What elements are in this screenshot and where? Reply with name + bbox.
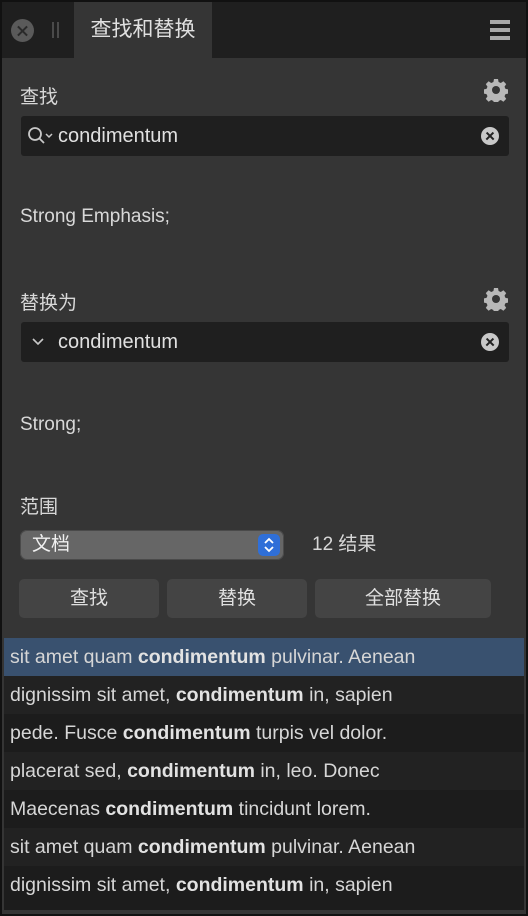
result-context-after: in, leo. Donec: [254, 760, 380, 782]
scope-label: 范围: [20, 497, 59, 518]
replace-options-gear-icon[interactable]: [484, 287, 508, 311]
result-row[interactable]: Maecenas condimentum tincidunt lorem.: [4, 790, 524, 828]
result-context-after: pulvinar. Aenean: [265, 836, 416, 858]
hamburger-menu-icon[interactable]: [490, 20, 510, 40]
find-replace-panel: 查找和替换 查找 condimentum Strong Emphasis; 替换…: [2, 2, 526, 914]
results-list[interactable]: sit amet quam condimentum pulvinar. Aene…: [4, 638, 524, 910]
result-context-before: Maecenas: [10, 798, 106, 820]
replace-style: Strong;: [20, 414, 82, 435]
replace-button[interactable]: 替换: [167, 579, 307, 618]
result-context-before: placerat sed,: [10, 760, 128, 782]
tab-bar: 查找和替换: [2, 2, 526, 58]
result-context-before: pede. Fusce: [10, 722, 123, 744]
find-options-gear-icon[interactable]: [484, 78, 508, 102]
result-context-after: turpis vel dolor.: [250, 722, 388, 744]
result-row[interactable]: sit amet quam condimentum pulvinar. Aene…: [4, 828, 524, 866]
find-input[interactable]: condimentum: [21, 116, 509, 156]
result-row[interactable]: sit amet quam condimentum pulvinar. Aene…: [4, 638, 524, 676]
replace-label: 替换为: [20, 293, 78, 314]
find-label: 查找: [20, 87, 59, 108]
result-row[interactable]: placerat sed, condimentum in, leo. Donec: [4, 752, 524, 790]
chevron-down-icon[interactable]: [31, 336, 45, 346]
search-options-icon[interactable]: [27, 126, 55, 146]
result-match: condimentum: [127, 760, 255, 782]
result-row[interactable]: dignissim sit amet, condimentum in, sapi…: [4, 866, 524, 904]
result-match: condimentum: [105, 798, 234, 820]
result-context-before: sit amet quam: [10, 646, 138, 668]
up-down-stepper-icon[interactable]: [258, 534, 280, 556]
result-context-before: dignissim sit amet,: [10, 874, 176, 896]
result-context-after: in, sapien: [303, 874, 393, 896]
result-match: condimentum: [175, 874, 304, 896]
clear-find-icon[interactable]: [481, 127, 499, 145]
result-match: condimentum: [122, 722, 251, 744]
replace-value: condimentum: [58, 331, 179, 353]
result-context-before: dignissim sit amet,: [10, 684, 176, 706]
result-match: condimentum: [137, 646, 266, 668]
scope-selected: 文档: [32, 534, 71, 555]
close-panel-icon[interactable]: [11, 19, 34, 42]
result-match: condimentum: [175, 684, 304, 706]
result-match: condimentum: [137, 836, 266, 858]
find-value: condimentum: [58, 125, 179, 147]
tab-find-replace[interactable]: 查找和替换: [74, 2, 212, 58]
result-context-after: tincidunt lorem.: [233, 798, 371, 820]
result-context-before: sit amet quam: [10, 836, 138, 858]
drag-grip-icon[interactable]: [52, 22, 59, 38]
result-row[interactable]: pede. Fusce condimentum turpis vel dolor…: [4, 714, 524, 752]
find-button[interactable]: 查找: [19, 579, 159, 618]
result-row[interactable]: dignissim sit amet, condimentum in, sapi…: [4, 676, 524, 714]
result-context-after: pulvinar. Aenean: [265, 646, 416, 668]
replace-input[interactable]: condimentum: [21, 322, 509, 362]
replace-all-button[interactable]: 全部替换: [315, 579, 491, 618]
results-count: 12 结果: [312, 534, 377, 555]
clear-replace-icon[interactable]: [481, 333, 499, 351]
scope-select[interactable]: 文档: [20, 530, 284, 560]
result-context-after: in, sapien: [303, 684, 393, 706]
find-style: Strong Emphasis;: [20, 206, 170, 227]
